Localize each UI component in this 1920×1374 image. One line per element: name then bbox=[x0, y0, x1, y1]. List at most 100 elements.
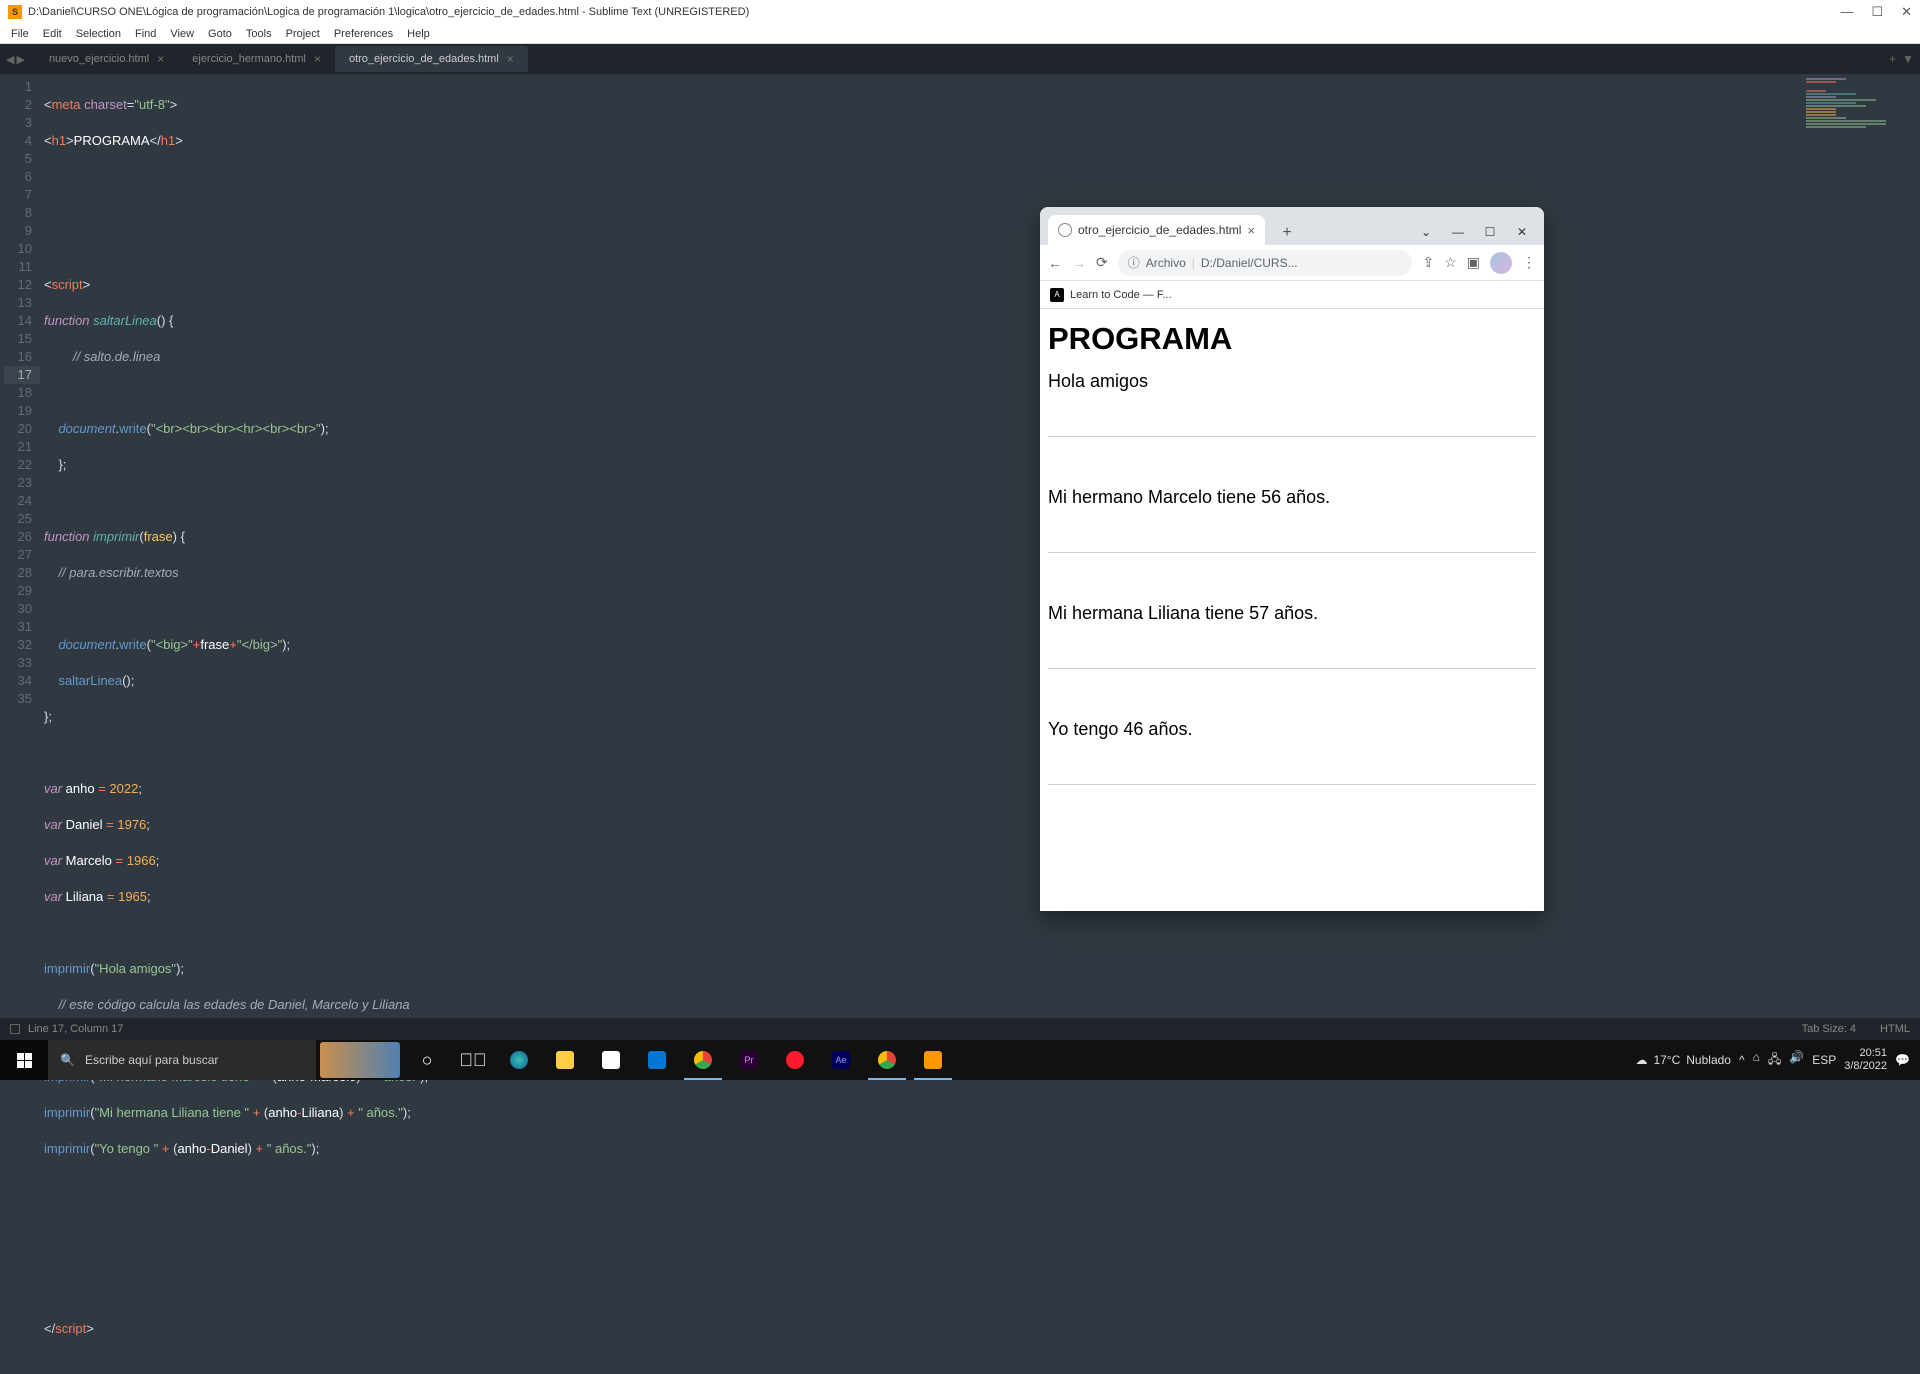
taskbar-clock[interactable]: 20:51 3/8/2022 bbox=[1844, 1047, 1887, 1073]
weather-cloud-icon: ☁ bbox=[1635, 1053, 1647, 1067]
profile-avatar-icon[interactable] bbox=[1490, 252, 1512, 274]
microsoft-store-icon[interactable] bbox=[588, 1040, 634, 1080]
maximize-button[interactable]: ☐ bbox=[1871, 4, 1883, 20]
tab-close-icon[interactable]: × bbox=[157, 52, 164, 66]
onedrive-icon[interactable]: ⌂ bbox=[1753, 1050, 1760, 1071]
browser-back-icon[interactable]: ← bbox=[1048, 255, 1062, 271]
tab-nav-back-icon[interactable]: ◀ bbox=[6, 53, 14, 66]
tab-ejercicio-hermano[interactable]: ejercicio_hermano.html × bbox=[178, 46, 335, 72]
tab-add-icon[interactable]: + bbox=[1889, 52, 1896, 66]
tab-nav-forward-icon[interactable]: ▶ bbox=[16, 53, 24, 66]
menu-goto[interactable]: Goto bbox=[201, 26, 239, 42]
line-number-gutter: 1234567891011121314151617181920212223242… bbox=[0, 74, 40, 1018]
menu-view[interactable]: View bbox=[163, 26, 201, 42]
task-view-icon[interactable]: �⃞ bbox=[450, 1040, 496, 1080]
menu-file[interactable]: File bbox=[4, 26, 36, 42]
start-button[interactable] bbox=[0, 1040, 48, 1080]
news-widget[interactable] bbox=[320, 1042, 400, 1078]
chrome-window: otro_ejercicio_de_edades.html × + ⌄ — ☐ … bbox=[1040, 207, 1544, 911]
page-h1: PROGRAMA bbox=[1048, 321, 1536, 357]
page-text: Mi hermana Liliana tiene 57 años. bbox=[1048, 603, 1318, 623]
tab-dropdown-icon[interactable]: ▼ bbox=[1902, 52, 1914, 66]
window-titlebar: S D:\Daniel\CURSO ONE\Lógica de programa… bbox=[0, 0, 1920, 24]
menu-selection[interactable]: Selection bbox=[69, 26, 128, 42]
browser-close-button[interactable]: ✕ bbox=[1512, 225, 1532, 239]
chrome-icon[interactable] bbox=[680, 1040, 726, 1080]
statusbar-panel-icon[interactable] bbox=[10, 1024, 20, 1034]
menu-tools[interactable]: Tools bbox=[239, 26, 279, 42]
sublime-icon[interactable] bbox=[910, 1040, 956, 1080]
windows-taskbar: 🔍 Escribe aquí para buscar ○ �⃞ Pr Ae ☁ … bbox=[0, 1040, 1920, 1080]
cortana-icon[interactable]: ○ bbox=[404, 1040, 450, 1080]
browser-dropdown-icon[interactable]: ⌄ bbox=[1416, 225, 1436, 239]
bookmark-item[interactable]: Learn to Code — F... bbox=[1070, 289, 1172, 301]
browser-tab-title: otro_ejercicio_de_edades.html bbox=[1078, 223, 1241, 237]
close-button[interactable]: ✕ bbox=[1901, 4, 1912, 20]
editor[interactable]: 1234567891011121314151617181920212223242… bbox=[0, 74, 1920, 1018]
opera-icon[interactable] bbox=[772, 1040, 818, 1080]
search-icon: 🔍 bbox=[60, 1053, 75, 1067]
bookmark-favicon-icon: A bbox=[1050, 288, 1064, 302]
tabbar: ◀ ▶ nuevo_ejercicio.html × ejercicio_her… bbox=[0, 44, 1920, 74]
code-area[interactable]: <meta charset="utf-8"> <h1>PROGRAMA</h1>… bbox=[40, 74, 1920, 1018]
page-text: Mi hermano Marcelo tiene 56 años. bbox=[1048, 487, 1330, 507]
tray-chevron-icon[interactable]: ^ bbox=[1739, 1053, 1745, 1067]
browser-menu-icon[interactable]: ⋮ bbox=[1522, 254, 1536, 271]
browser-maximize-button[interactable]: ☐ bbox=[1480, 225, 1500, 239]
tab-close-icon[interactable]: × bbox=[507, 52, 514, 66]
weather-temp: 17°C bbox=[1653, 1053, 1680, 1067]
browser-reload-icon[interactable]: ⟳ bbox=[1096, 254, 1108, 271]
minimize-button[interactable]: — bbox=[1840, 4, 1853, 20]
share-icon[interactable]: ⇪ bbox=[1422, 254, 1434, 271]
menu-project[interactable]: Project bbox=[279, 26, 327, 42]
menu-edit[interactable]: Edit bbox=[36, 26, 69, 42]
site-info-icon[interactable]: ⓘ bbox=[1128, 254, 1140, 271]
file-explorer-icon[interactable] bbox=[542, 1040, 588, 1080]
browser-new-tab-button[interactable]: + bbox=[1275, 221, 1299, 245]
browser-tabrow: otro_ejercicio_de_edades.html × + ⌄ — ☐ … bbox=[1040, 207, 1544, 245]
addr-path: D:/Daniel/CURS... bbox=[1201, 256, 1298, 270]
sidepanel-icon[interactable]: ▣ bbox=[1467, 254, 1480, 271]
browser-tab[interactable]: otro_ejercicio_de_edades.html × bbox=[1048, 215, 1265, 245]
browser-minimize-button[interactable]: — bbox=[1448, 225, 1468, 239]
tab-otro-ejercicio[interactable]: otro_ejercicio_de_edades.html × bbox=[335, 46, 528, 72]
clock-date: 3/8/2022 bbox=[1844, 1060, 1887, 1073]
clock-time: 20:51 bbox=[1844, 1047, 1887, 1060]
browser-toolbar: ← → ⟳ ⓘ Archivo | D:/Daniel/CURS... ⇪ ☆ … bbox=[1040, 245, 1544, 281]
premiere-icon[interactable]: Pr bbox=[726, 1040, 772, 1080]
tab-label: otro_ejercicio_de_edades.html bbox=[349, 53, 499, 65]
network-icon[interactable]: 🖧 bbox=[1768, 1050, 1781, 1071]
chrome-icon-2[interactable] bbox=[864, 1040, 910, 1080]
taskbar-search[interactable]: 🔍 Escribe aquí para buscar bbox=[48, 1040, 316, 1080]
search-placeholder: Escribe aquí para buscar bbox=[85, 1053, 218, 1067]
weather-condition: Nublado bbox=[1686, 1053, 1731, 1067]
minimap[interactable] bbox=[1806, 78, 1916, 278]
app-icon: S bbox=[8, 5, 22, 19]
window-title: D:\Daniel\CURSO ONE\Lógica de programaci… bbox=[28, 6, 1840, 18]
tab-nuevo-ejercicio[interactable]: nuevo_ejercicio.html × bbox=[35, 46, 178, 72]
windows-logo-icon bbox=[17, 1053, 32, 1068]
address-bar[interactable]: ⓘ Archivo | D:/Daniel/CURS... bbox=[1118, 250, 1413, 276]
browser-tab-close-icon[interactable]: × bbox=[1247, 223, 1255, 238]
browser-page-content: PROGRAMA Hola amigos Mi hermano Marcelo … bbox=[1040, 309, 1544, 911]
tab-label: ejercicio_hermano.html bbox=[192, 53, 306, 65]
volume-icon[interactable]: 🔊 bbox=[1789, 1050, 1804, 1071]
page-text: Hola amigos bbox=[1048, 371, 1148, 391]
language-indicator[interactable]: ESP bbox=[1812, 1053, 1836, 1067]
page-text: Yo tengo 46 años. bbox=[1048, 719, 1192, 739]
tab-close-icon[interactable]: × bbox=[314, 52, 321, 66]
edge-icon[interactable] bbox=[496, 1040, 542, 1080]
menubar: File Edit Selection Find View Goto Tools… bbox=[0, 24, 1920, 44]
menu-help[interactable]: Help bbox=[400, 26, 437, 42]
addr-prefix: Archivo bbox=[1146, 256, 1186, 270]
menu-find[interactable]: Find bbox=[128, 26, 163, 42]
weather-widget[interactable]: ☁ 17°C Nublado bbox=[1635, 1053, 1731, 1067]
browser-forward-icon[interactable]: → bbox=[1072, 255, 1086, 271]
bookmark-star-icon[interactable]: ☆ bbox=[1444, 254, 1457, 271]
after-effects-icon[interactable]: Ae bbox=[818, 1040, 864, 1080]
notifications-icon[interactable]: 💬 bbox=[1895, 1053, 1910, 1067]
menu-preferences[interactable]: Preferences bbox=[327, 26, 400, 42]
tab-label: nuevo_ejercicio.html bbox=[49, 53, 149, 65]
bookmarks-bar: A Learn to Code — F... bbox=[1040, 281, 1544, 309]
mail-icon[interactable] bbox=[634, 1040, 680, 1080]
